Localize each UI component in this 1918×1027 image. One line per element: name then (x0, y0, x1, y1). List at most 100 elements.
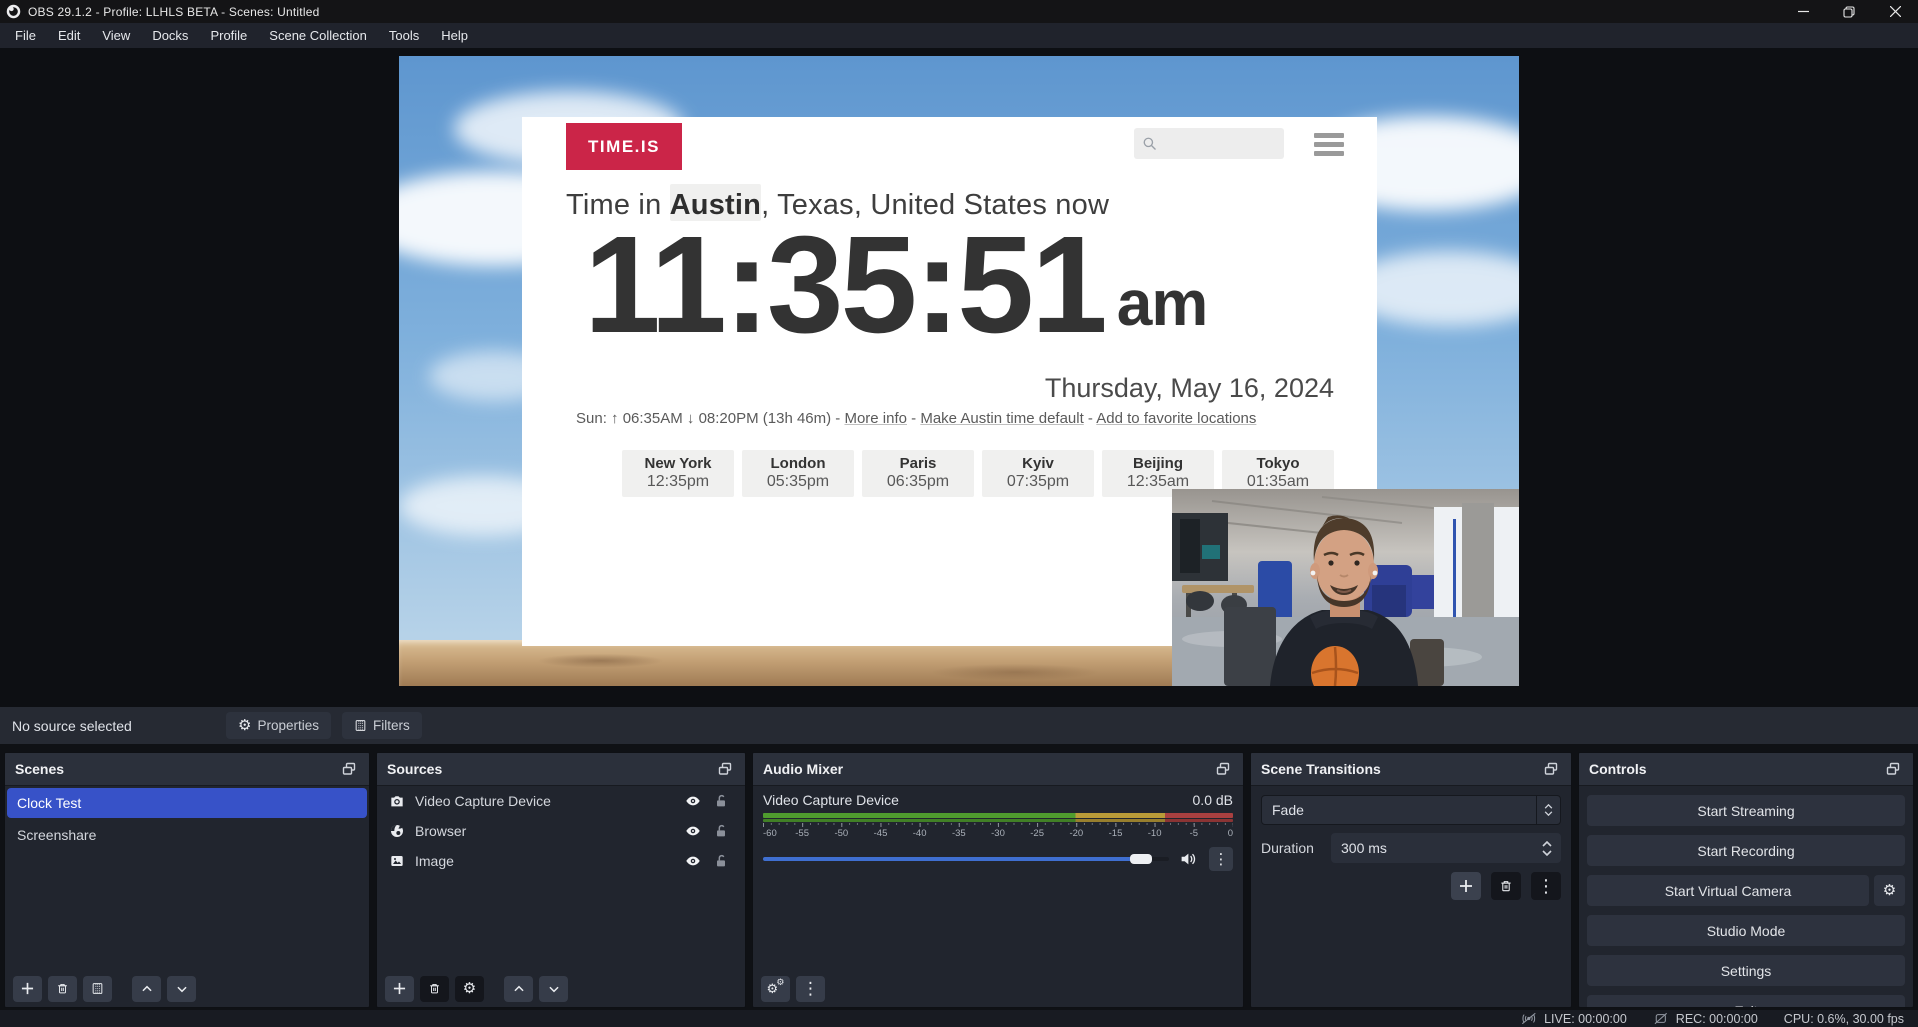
menubar: File Edit View Docks Profile Scene Colle… (0, 23, 1918, 48)
mixer-options-button[interactable]: ⋮ (1209, 847, 1233, 871)
add-transition-button[interactable] (1451, 872, 1481, 900)
city-london[interactable]: London05:35pm (742, 450, 854, 497)
source-selection-status: No source selected (12, 718, 132, 734)
hamburger-menu-icon[interactable] (1314, 133, 1344, 156)
scenes-toolbar (5, 970, 369, 1007)
separator: - (1084, 410, 1097, 427)
remove-transition-button[interactable] (1491, 872, 1521, 900)
source-item-image[interactable]: Image (377, 846, 745, 876)
dock-area: Scenes Clock Test Screenshare (0, 744, 1918, 1010)
transition-select[interactable]: Fade (1261, 795, 1561, 825)
visibility-toggle[interactable] (685, 823, 703, 839)
sources-list: Video Capture Device Browser (377, 786, 745, 970)
popout-icon[interactable] (1543, 761, 1561, 777)
source-item-video-capture-device[interactable]: Video Capture Device (377, 786, 745, 816)
eye-icon (685, 853, 701, 869)
menu-scene-collection[interactable]: Scene Collection (258, 23, 378, 48)
window-controls (1780, 0, 1918, 23)
exit-button[interactable]: Exit (1587, 995, 1905, 1008)
lock-toggle[interactable] (713, 793, 731, 809)
eye-icon (685, 793, 701, 809)
add-favorite-link[interactable]: Add to favorite locations (1096, 410, 1256, 427)
minimize-button[interactable] (1780, 0, 1826, 23)
mixer-menu-button[interactable]: ⋮ (796, 976, 825, 1002)
advanced-audio-properties-button[interactable]: ⚙ ⚙ (761, 976, 790, 1002)
city-kyiv[interactable]: Kyiv07:35pm (982, 450, 1094, 497)
sources-toolbar: ⚙ (377, 970, 745, 1007)
source-properties-button[interactable]: ⚙ (455, 976, 484, 1002)
filter-icon (354, 719, 367, 732)
trash-icon (428, 982, 441, 995)
virtual-camera-settings-button[interactable]: ⚙ (1874, 875, 1905, 906)
menu-file[interactable]: File (4, 23, 47, 48)
scenes-header[interactable]: Scenes (5, 753, 369, 786)
menu-profile[interactable]: Profile (199, 23, 258, 48)
lock-toggle[interactable] (713, 823, 731, 839)
sources-header[interactable]: Sources (377, 753, 745, 786)
menu-help[interactable]: Help (430, 23, 479, 48)
scene-filters-button[interactable] (83, 976, 112, 1002)
timeis-search-input[interactable] (1163, 136, 1273, 151)
restore-button[interactable] (1826, 0, 1872, 23)
lock-toggle[interactable] (713, 853, 731, 869)
popout-icon[interactable] (341, 761, 359, 777)
duration-input[interactable]: 300 ms (1331, 833, 1561, 863)
move-scene-up-button[interactable] (132, 976, 161, 1002)
remove-scene-button[interactable] (48, 976, 77, 1002)
volume-slider-handle[interactable] (1130, 854, 1152, 864)
controls-header[interactable]: Controls (1579, 753, 1913, 786)
start-streaming-button[interactable]: Start Streaming (1587, 795, 1905, 826)
menu-tools[interactable]: Tools (378, 23, 430, 48)
live-status: LIVE: 00:00:00 (1521, 1012, 1627, 1026)
unlock-icon (713, 853, 729, 869)
scenes-panel: Scenes Clock Test Screenshare (4, 752, 370, 1008)
properties-button[interactable]: ⚙ Properties (226, 712, 331, 739)
move-source-up-button[interactable] (504, 976, 533, 1002)
chevron-up-icon[interactable] (1542, 841, 1552, 847)
popout-icon[interactable] (1215, 761, 1233, 777)
move-scene-down-button[interactable] (167, 976, 196, 1002)
mute-button[interactable] (1179, 850, 1199, 868)
eye-icon (685, 823, 701, 839)
scene-item-clock-test[interactable]: Clock Test (7, 788, 367, 818)
menu-edit[interactable]: Edit (47, 23, 91, 48)
camera-icon (389, 793, 405, 809)
popout-icon[interactable] (717, 761, 735, 777)
audio-mixer-header[interactable]: Audio Mixer (753, 753, 1243, 786)
volume-slider[interactable] (763, 857, 1169, 861)
start-recording-button[interactable]: Start Recording (1587, 835, 1905, 866)
scene-item-screenshare[interactable]: Screenshare (7, 820, 367, 850)
move-source-down-button[interactable] (539, 976, 568, 1002)
chevron-down-icon (547, 982, 561, 996)
source-item-browser[interactable]: Browser (377, 816, 745, 846)
obs-window: OBS 29.1.2 - Profile: LLHLS BETA - Scene… (0, 0, 1918, 1027)
make-default-link[interactable]: Make Austin time default (920, 410, 1083, 427)
transition-properties-button[interactable]: ⋮ (1531, 872, 1561, 900)
globe-icon (389, 823, 405, 839)
menu-view[interactable]: View (91, 23, 141, 48)
more-info-link[interactable]: More info (844, 410, 907, 427)
clock: 11:35:51 am (584, 213, 1207, 358)
start-virtual-camera-button[interactable]: Start Virtual Camera (1587, 875, 1869, 906)
rec-status: REC: 00:00:00 (1653, 1012, 1758, 1026)
studio-mode-button[interactable]: Studio Mode (1587, 915, 1905, 946)
add-scene-button[interactable] (13, 976, 42, 1002)
menu-docks[interactable]: Docks (141, 23, 199, 48)
add-source-button[interactable] (385, 976, 414, 1002)
settings-button[interactable]: Settings (1587, 955, 1905, 986)
program-canvas[interactable]: TIME.IS Time in Austin, Texas, United St… (399, 56, 1519, 686)
visibility-toggle[interactable] (685, 793, 703, 809)
filters-button[interactable]: Filters (342, 712, 422, 739)
chevron-down-icon (175, 982, 189, 996)
city-paris[interactable]: Paris06:35pm (862, 450, 974, 497)
transitions-header[interactable]: Scene Transitions (1251, 753, 1571, 786)
visibility-toggle[interactable] (685, 853, 703, 869)
remove-source-button[interactable] (420, 976, 449, 1002)
chevron-down-icon[interactable] (1542, 850, 1552, 856)
timeis-search-box[interactable] (1134, 128, 1284, 159)
transitions-body: Fade Duration 300 ms (1251, 786, 1571, 1007)
close-button[interactable] (1872, 0, 1918, 23)
popout-icon[interactable] (1885, 761, 1903, 777)
timeis-logo[interactable]: TIME.IS (566, 123, 682, 170)
city-new-york[interactable]: New York12:35pm (622, 450, 734, 497)
